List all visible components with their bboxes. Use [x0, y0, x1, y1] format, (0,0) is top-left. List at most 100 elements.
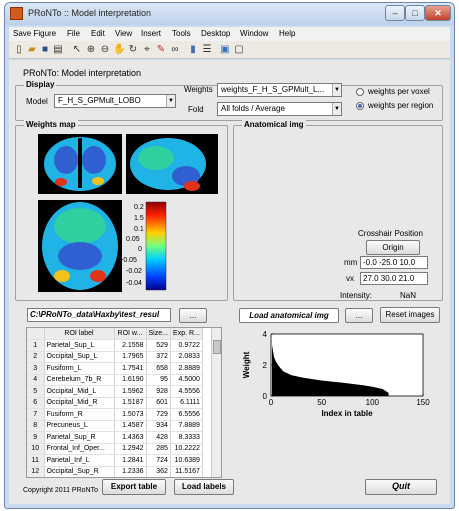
menu-view[interactable]: View [115, 29, 132, 38]
radio-weights-per-region[interactable] [356, 102, 364, 110]
table-cell[interactable]: Cerebelum_7b_R [44, 374, 115, 386]
rotate-icon[interactable]: ↻ [127, 44, 139, 56]
minimize-button[interactable]: – [385, 5, 405, 21]
column-header[interactable]: ROI w... [114, 328, 147, 340]
table-cell[interactable]: 1.4587 [114, 420, 147, 432]
table-row[interactable]: 5 Occipital_Mid_L 1.5962 928 4.5556 [27, 385, 203, 398]
table-row[interactable]: 1 Parietal_Sup_L 2.1558 529 0.9722 [27, 339, 203, 352]
table-cell[interactable]: 4.5000 [170, 374, 203, 386]
new-file-icon[interactable]: ▯ [13, 44, 25, 56]
browse-anatomical-button[interactable]: ... [345, 308, 373, 323]
table-cell[interactable]: 1.6190 [114, 374, 147, 386]
menu-window[interactable]: Window [240, 29, 268, 38]
weights-path-field[interactable]: C:\PRoNTo_data\Haxby\test_resul [27, 308, 171, 322]
table-cell[interactable]: 5 [27, 385, 45, 398]
table-cell[interactable]: 11.5167 [170, 466, 203, 477]
scrollbar-thumb[interactable] [213, 340, 221, 354]
table-cell[interactable]: 1.2336 [114, 466, 147, 477]
quit-button[interactable]: Quit [365, 479, 437, 495]
show-tools-icon[interactable]: ▢ [233, 44, 245, 56]
load-anatomical-button[interactable]: Load anatomical img [239, 308, 339, 323]
pointer-icon[interactable]: ↖ [71, 44, 83, 56]
fold-dropdown[interactable]: All folds / Average ▼ [217, 102, 342, 116]
close-button[interactable]: ✕ [425, 5, 451, 21]
table-cell[interactable]: 1.2841 [114, 454, 147, 467]
table-cell[interactable]: 1.7541 [114, 362, 147, 375]
table-cell[interactable]: 12 [27, 466, 45, 477]
table-cell[interactable]: 6 [27, 397, 45, 409]
weights-dropdown[interactable]: weights_F_H_S_GPMult_L... ▼ [217, 83, 342, 97]
maximize-button[interactable]: □ [405, 5, 425, 21]
table-row[interactable]: 10 Frontal_Inf_Oper... 1.2942 285 10.2222 [27, 443, 203, 455]
table-cell[interactable]: 2.1558 [114, 339, 147, 352]
table-cell[interactable]: 6.5556 [170, 408, 203, 421]
table-cell[interactable]: 1.7965 [114, 351, 147, 363]
table-cell[interactable]: 934 [146, 420, 171, 432]
table-cell[interactable]: 2.8889 [170, 362, 203, 375]
table-cell[interactable]: 3 [27, 362, 45, 375]
column-header[interactable] [27, 328, 45, 340]
table-cell[interactable]: 2.0833 [170, 351, 203, 363]
table-cell[interactable]: 601 [146, 397, 171, 409]
menu-desktop[interactable]: Desktop [201, 29, 230, 38]
table-cell[interactable]: Fusiform_R [44, 408, 115, 421]
table-cell[interactable]: 8 [27, 420, 45, 432]
table-row[interactable]: 11 Parietal_Inf_L 1.2841 724 10.6389 [27, 454, 203, 467]
print-icon[interactable]: ▤ [52, 44, 64, 56]
table-scrollbar[interactable] [211, 328, 221, 477]
table-cell[interactable]: Parietal_Sup_L [44, 339, 115, 352]
column-header[interactable]: Size... [146, 328, 171, 340]
table-row[interactable]: 3 Fusiform_L 1.7541 658 2.8889 [27, 362, 203, 375]
table-row[interactable]: 8 Precuneus_L 1.4587 934 7.8889 [27, 420, 203, 432]
table-cell[interactable]: 1.2942 [114, 443, 147, 455]
table-cell[interactable]: Occipital_Mid_L [44, 385, 115, 398]
roi-table[interactable]: ROI label ROI w... Size... Exp. R... 1 Pa… [26, 327, 222, 478]
table-cell[interactable]: 6.1111 [170, 397, 203, 409]
table-cell[interactable]: 1.5962 [114, 385, 147, 398]
table-cell[interactable]: 1.4363 [114, 431, 147, 444]
table-cell[interactable]: 10.2222 [170, 443, 203, 455]
table-row[interactable]: 2 Occipital_Sup_L 1.7965 372 2.0833 [27, 351, 203, 363]
table-cell[interactable]: Fusiform_L [44, 362, 115, 375]
table-cell[interactable]: Frontal_Inf_Oper... [44, 443, 115, 455]
table-cell[interactable]: 1.5187 [114, 397, 147, 409]
table-cell[interactable]: 4 [27, 374, 45, 386]
table-row[interactable]: 9 Parietal_Sup_R 1.4363 428 8.3333 [27, 431, 203, 444]
table-cell[interactable]: 4.5556 [170, 385, 203, 398]
table-cell[interactable]: 7 [27, 408, 45, 421]
table-cell[interactable]: 95 [146, 374, 171, 386]
save-icon[interactable]: ■ [39, 44, 51, 56]
menu-help[interactable]: Help [279, 29, 295, 38]
radio-weights-per-voxel[interactable] [356, 88, 364, 96]
column-header[interactable]: ROI label [44, 328, 115, 340]
menu-tools[interactable]: Tools [172, 29, 191, 38]
load-labels-button[interactable]: Load labels [174, 479, 234, 495]
table-cell[interactable]: 8.3333 [170, 431, 203, 444]
menu-file[interactable]: File [67, 29, 80, 38]
table-cell[interactable]: Parietal_Inf_L [44, 454, 115, 467]
weights-map-canvas[interactable] [16, 126, 227, 300]
table-cell[interactable]: Occipital_Mid_R [44, 397, 115, 409]
link-icon[interactable]: ∞ [169, 44, 181, 56]
open-folder-icon[interactable]: ▰ [26, 44, 38, 56]
browse-weights-button[interactable]: ... [179, 308, 207, 323]
table-cell[interactable]: 1.5073 [114, 408, 147, 421]
pan-icon[interactable]: ✋ [113, 44, 125, 56]
table-cell[interactable]: 285 [146, 443, 171, 455]
legend-icon[interactable]: ☰ [201, 44, 213, 56]
origin-button[interactable]: Origin [366, 240, 420, 255]
export-table-button[interactable]: Export table [102, 479, 166, 495]
table-cell[interactable]: Occipital_Sup_L [44, 351, 115, 363]
table-cell[interactable]: 729 [146, 408, 171, 421]
table-cell[interactable]: Occipital_Sup_R [44, 466, 115, 477]
hide-tools-icon[interactable]: ▣ [219, 44, 231, 56]
table-cell[interactable]: 9 [27, 431, 45, 444]
menu-edit[interactable]: Edit [91, 29, 105, 38]
table-row[interactable]: 6 Occipital_Mid_R 1.5187 601 6.1111 [27, 397, 203, 409]
column-header[interactable]: Exp. R... [170, 328, 203, 340]
brush-icon[interactable]: ✎ [155, 44, 167, 56]
table-cell[interactable]: 428 [146, 431, 171, 444]
table-cell[interactable]: 11 [27, 454, 45, 467]
table-cell[interactable]: 658 [146, 362, 171, 375]
table-cell[interactable]: Parietal_Sup_R [44, 431, 115, 444]
